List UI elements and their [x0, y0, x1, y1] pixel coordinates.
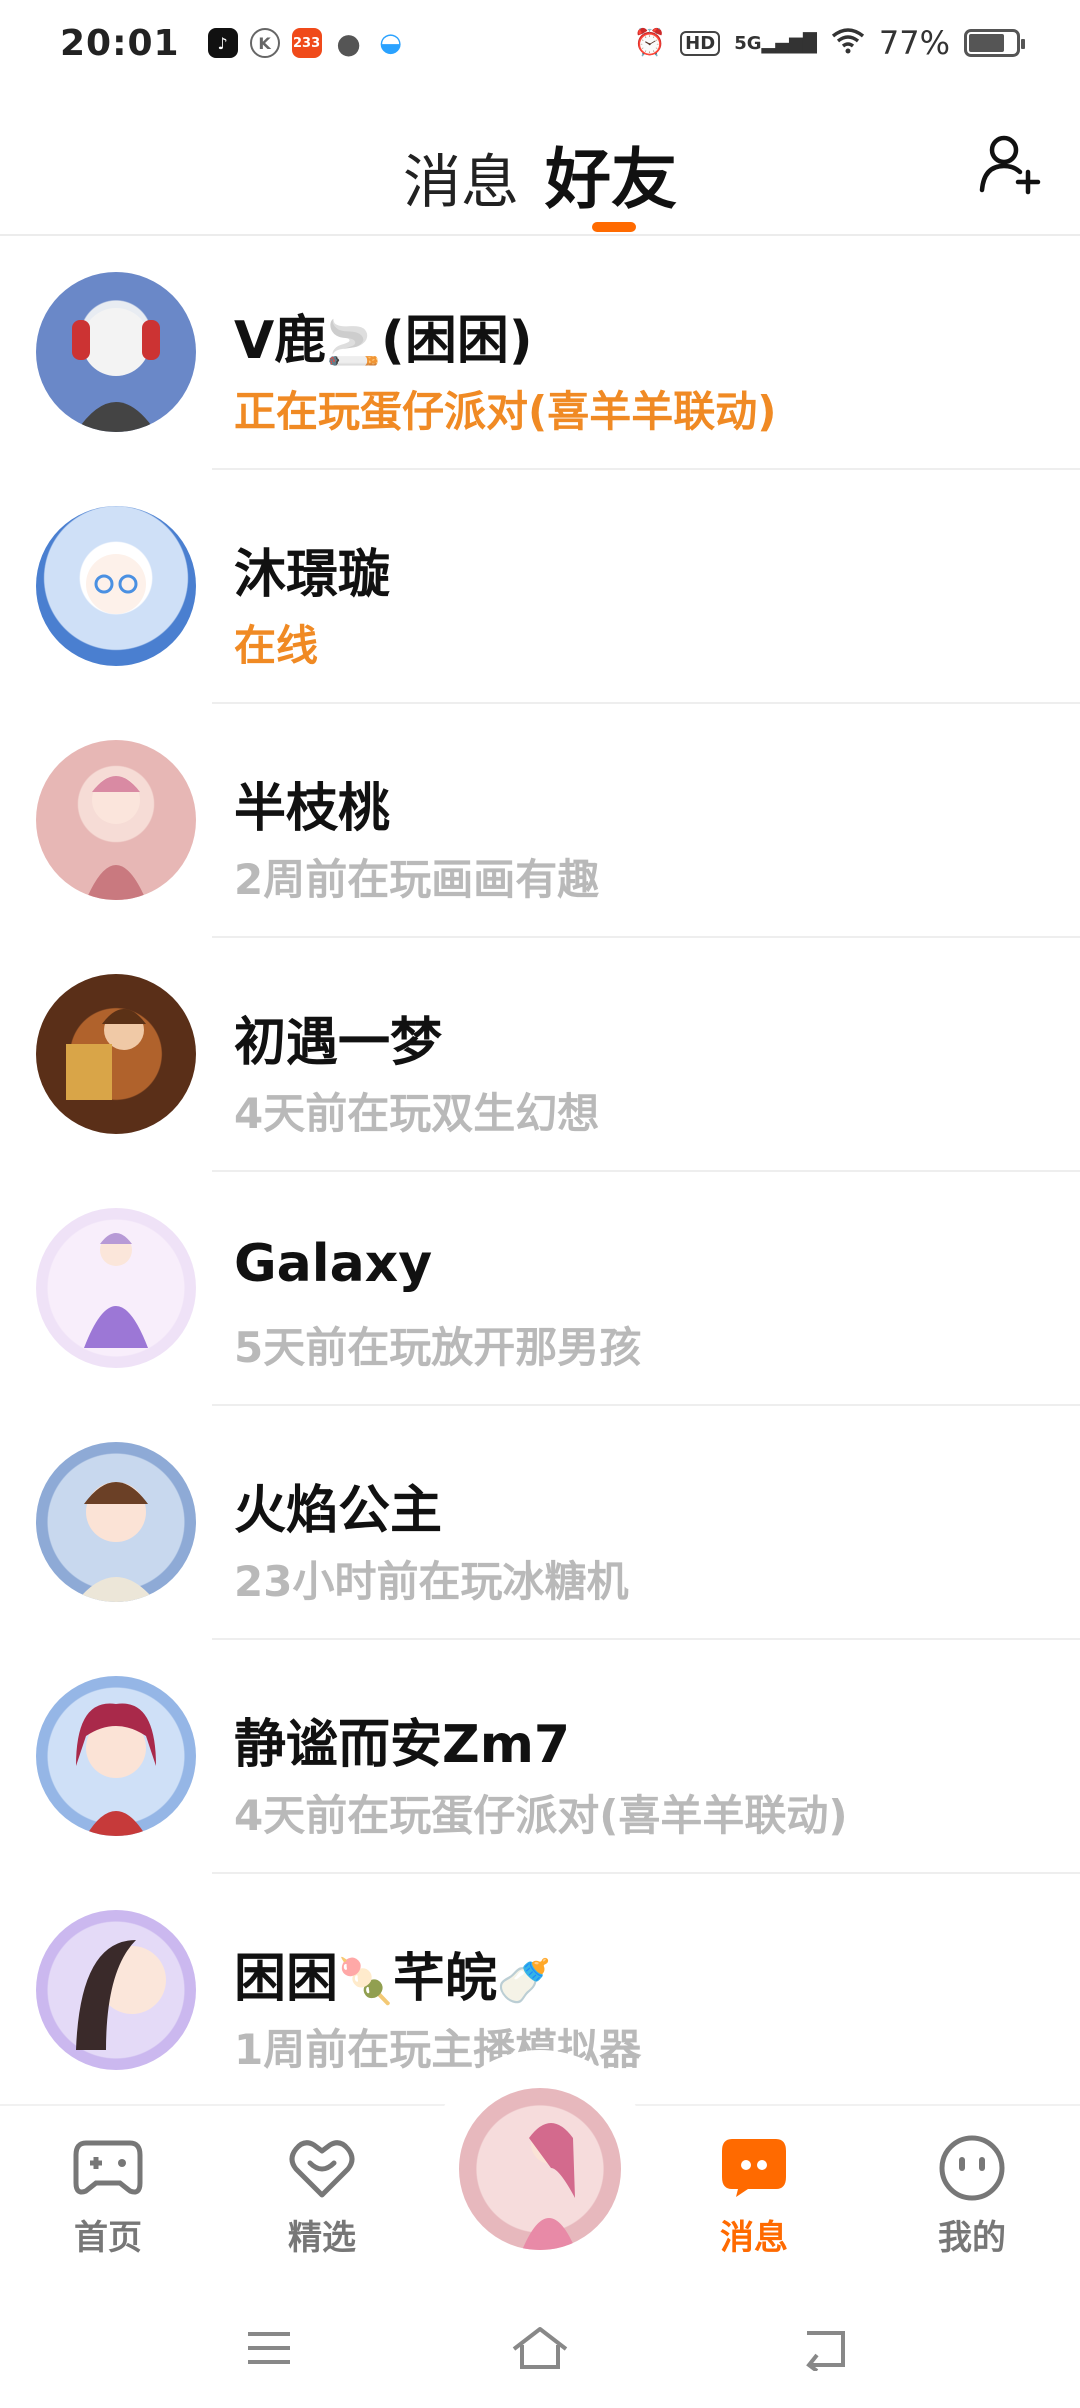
- menu-icon[interactable]: [234, 2320, 304, 2376]
- friend-name: 静谧而安Zm7: [234, 1715, 571, 1775]
- friend-status: 23小时前在玩冰糖机: [234, 1557, 629, 1606]
- top-tab-bar: 消息 好友: [0, 86, 1080, 236]
- friend-status: 在线: [234, 621, 319, 670]
- chat-bubble-icon: ●: [336, 26, 361, 60]
- nav-messages[interactable]: 消息: [684, 2130, 824, 2259]
- friend-row[interactable]: 静谧而安Zm7 4天前在玩蛋仔派对(喜羊羊联动): [0, 1640, 1080, 1874]
- avatar[interactable]: [36, 1442, 196, 1602]
- friend-row[interactable]: 初遇一梦 4天前在玩双生幻想: [0, 938, 1080, 1172]
- clock: 20:01: [60, 22, 180, 64]
- wifi-icon: [831, 26, 865, 61]
- avatar[interactable]: [36, 272, 196, 432]
- smiley-icon: [934, 2130, 1010, 2206]
- avatar[interactable]: [36, 1208, 196, 1368]
- nav-featured[interactable]: 精选: [252, 2130, 392, 2259]
- avatar[interactable]: [36, 740, 196, 900]
- friend-name: 半枝桃: [234, 779, 391, 839]
- active-tab-indicator: [592, 222, 636, 232]
- add-user-icon: [979, 135, 1041, 195]
- avatar[interactable]: [36, 1910, 196, 2070]
- friend-row[interactable]: 火焰公主 23小时前在玩冰糖机: [0, 1406, 1080, 1640]
- tiktok-icon: ♪: [207, 28, 238, 58]
- signal-icon: 5G▂▄▆█: [734, 32, 817, 54]
- friend-status: 2周前在玩画画有趣: [234, 855, 600, 904]
- friend-row[interactable]: V鹿🚬(困困) 正在玩蛋仔派对(喜羊羊联动): [0, 236, 1080, 470]
- battery-icon: [964, 29, 1025, 57]
- tab-messages[interactable]: 消息: [403, 135, 519, 219]
- alarm-icon: ⏰: [633, 28, 667, 58]
- avatar[interactable]: [36, 1676, 196, 1836]
- nav-featured-label: 精选: [288, 2218, 356, 2258]
- friend-status: 4天前在玩蛋仔派对(喜羊羊联动): [234, 1791, 848, 1840]
- bottom-nav: 首页 精选 消息 我的: [0, 2050, 1080, 2284]
- notification-icons: ♪ K 233 ● ◒: [207, 26, 406, 60]
- friend-row[interactable]: 沐璟璇 在线: [0, 470, 1080, 704]
- status-bar: 20:01 ♪ K 233 ● ◒ ⏰ HD 5G▂▄▆█ 77%: [0, 0, 1080, 86]
- friend-name: 沐璟璇: [234, 545, 391, 605]
- nav-home[interactable]: 首页: [38, 2130, 178, 2259]
- add-friend-button[interactable]: [970, 124, 1050, 204]
- friend-name: 初遇一梦: [234, 1013, 443, 1073]
- center-character-button[interactable]: [455, 2084, 625, 2254]
- k-app-icon: K: [249, 28, 280, 58]
- gamepad-icon: [70, 2130, 146, 2206]
- avatar[interactable]: [36, 506, 196, 666]
- friends-screen: 20:01 ♪ K 233 ● ◒ ⏰ HD 5G▂▄▆█ 77% 消息 好友: [0, 0, 1080, 2408]
- friend-name: 困困🍡芊皖🍼: [234, 1949, 552, 2009]
- 233-app-icon: 233: [291, 28, 322, 58]
- friend-name: Galaxy: [234, 1234, 433, 1294]
- friend-list: V鹿🚬(困困) 正在玩蛋仔派对(喜羊羊联动) 沐璟璇 在线 半枝桃 2周前在玩画…: [0, 236, 1080, 2108]
- friend-status: 4天前在玩双生幻想: [234, 1089, 600, 1138]
- system-indicators: ⏰ HD 5G▂▄▆█ 77%: [633, 24, 1025, 62]
- hd-icon: HD: [680, 30, 721, 56]
- nav-home-label: 首页: [74, 2218, 142, 2258]
- heart-badge-icon: [284, 2130, 360, 2206]
- back-icon[interactable]: [790, 2320, 860, 2376]
- friend-status: 5天前在玩放开那男孩: [234, 1323, 642, 1372]
- tab-group: 消息 好友: [0, 126, 1080, 222]
- battery-percent: 77%: [878, 24, 950, 62]
- friend-row[interactable]: Galaxy 5天前在玩放开那男孩: [0, 1172, 1080, 1406]
- nav-profile-label: 我的: [938, 2218, 1006, 2258]
- friend-status: 正在玩蛋仔派对(喜羊羊联动): [234, 387, 777, 436]
- nav-messages-label: 消息: [720, 2218, 788, 2258]
- avatar[interactable]: [36, 974, 196, 1134]
- friend-name: 火焰公主: [234, 1481, 443, 1541]
- cloud-icon: ◒: [379, 28, 402, 58]
- tab-friends[interactable]: 好友: [545, 126, 677, 222]
- friend-name: V鹿🚬(困困): [234, 311, 533, 371]
- home-icon[interactable]: [505, 2320, 575, 2376]
- nav-profile[interactable]: 我的: [902, 2130, 1042, 2259]
- system-nav-bar: [0, 2284, 1080, 2408]
- friend-row[interactable]: 半枝桃 2周前在玩画画有趣: [0, 704, 1080, 938]
- message-icon: [716, 2130, 792, 2206]
